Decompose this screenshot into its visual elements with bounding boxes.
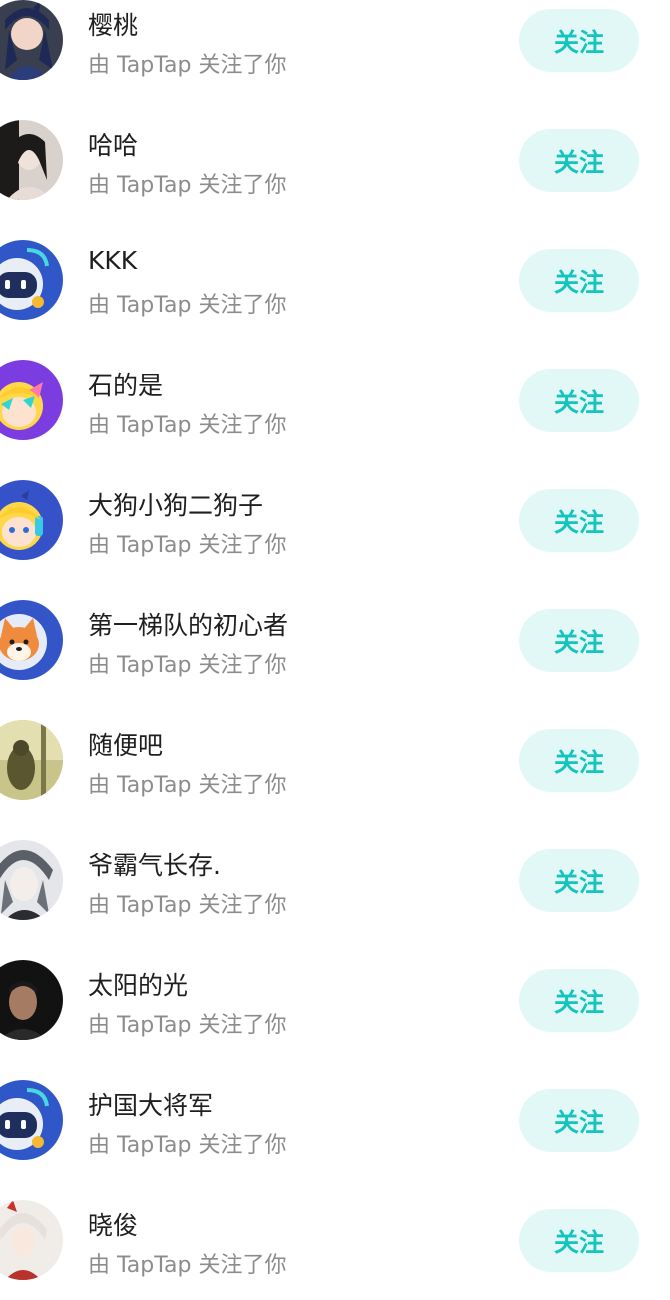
list-item[interactable]: 第一梯队的初心者 由 TapTap 关注了你 关注: [0, 580, 670, 700]
robot-default-avatar-icon[interactable]: [0, 1080, 63, 1160]
dark-photo-avatar-icon[interactable]: [0, 960, 63, 1040]
follow-button[interactable]: 关注: [519, 1209, 639, 1272]
follower-name[interactable]: 大狗小狗二狗子: [88, 486, 263, 522]
follow-button[interactable]: 关注: [519, 9, 639, 72]
follower-name[interactable]: 护国大将军: [88, 1086, 213, 1122]
forest-figure-avatar-icon[interactable]: [0, 720, 63, 800]
follower-subtitle: 由 TapTap 关注了你: [88, 1133, 287, 1158]
follower-name[interactable]: 随便吧: [88, 726, 163, 762]
follower-subtitle: 由 TapTap 关注了你: [88, 893, 287, 918]
list-item[interactable]: 石的是 由 TapTap 关注了你 关注: [0, 340, 670, 460]
follower-subtitle: 由 TapTap 关注了你: [88, 413, 287, 438]
robot-default-avatar-icon[interactable]: [0, 240, 63, 320]
follower-name[interactable]: 第一梯队的初心者: [88, 606, 288, 642]
follow-button[interactable]: 关注: [519, 129, 639, 192]
follower-list: 樱桃 由 TapTap 关注了你 关注 哈哈 由 TapTap 关注了你 关注: [0, 0, 670, 1300]
anime-girl-avatar-icon[interactable]: [0, 0, 63, 80]
follower-subtitle: 由 TapTap 关注了你: [88, 1013, 287, 1038]
blonde-cartoon-avatar-icon[interactable]: [0, 480, 63, 560]
photo-girl-avatar-icon[interactable]: [0, 120, 63, 200]
shiba-dog-avatar-icon[interactable]: [0, 600, 63, 680]
follow-button[interactable]: 关注: [519, 849, 639, 912]
follower-name[interactable]: 爷霸气长存.: [88, 846, 221, 882]
list-item[interactable]: 爷霸气长存. 由 TapTap 关注了你 关注: [0, 820, 670, 940]
list-item[interactable]: 晓俊 由 TapTap 关注了你 关注: [0, 1180, 670, 1300]
grey-anime-avatar-icon[interactable]: [0, 840, 63, 920]
follower-subtitle: 由 TapTap 关注了你: [88, 293, 287, 318]
follower-subtitle: 由 TapTap 关注了你: [88, 173, 287, 198]
blonde-cartoon-avatar-icon[interactable]: [0, 360, 63, 440]
follower-subtitle: 由 TapTap 关注了你: [88, 773, 287, 798]
list-item[interactable]: 太阳的光 由 TapTap 关注了你 关注: [0, 940, 670, 1060]
list-item[interactable]: 樱桃 由 TapTap 关注了你 关注: [0, 0, 670, 100]
list-item[interactable]: 大狗小狗二狗子 由 TapTap 关注了你 关注: [0, 460, 670, 580]
follow-button[interactable]: 关注: [519, 249, 639, 312]
list-item[interactable]: 哈哈 由 TapTap 关注了你 关注: [0, 100, 670, 220]
follower-name[interactable]: KKK: [88, 246, 137, 275]
follower-name[interactable]: 太阳的光: [88, 966, 188, 1002]
follower-name[interactable]: 樱桃: [88, 6, 138, 42]
follower-name[interactable]: 哈哈: [88, 126, 138, 162]
follow-button[interactable]: 关注: [519, 969, 639, 1032]
follower-subtitle: 由 TapTap 关注了你: [88, 533, 287, 558]
follower-subtitle: 由 TapTap 关注了你: [88, 53, 287, 78]
follow-button[interactable]: 关注: [519, 1089, 639, 1152]
list-item[interactable]: KKK 由 TapTap 关注了你 关注: [0, 220, 670, 340]
follower-subtitle: 由 TapTap 关注了你: [88, 653, 287, 678]
follow-button[interactable]: 关注: [519, 729, 639, 792]
list-item[interactable]: 随便吧 由 TapTap 关注了你 关注: [0, 700, 670, 820]
follow-button[interactable]: 关注: [519, 489, 639, 552]
anime-warrior-avatar-icon[interactable]: [0, 1200, 63, 1280]
follow-button[interactable]: 关注: [519, 609, 639, 672]
follower-subtitle: 由 TapTap 关注了你: [88, 1253, 287, 1278]
follower-name[interactable]: 晓俊: [88, 1206, 138, 1242]
list-item[interactable]: 护国大将军 由 TapTap 关注了你 关注: [0, 1060, 670, 1180]
follower-name[interactable]: 石的是: [88, 366, 163, 402]
follow-button[interactable]: 关注: [519, 369, 639, 432]
